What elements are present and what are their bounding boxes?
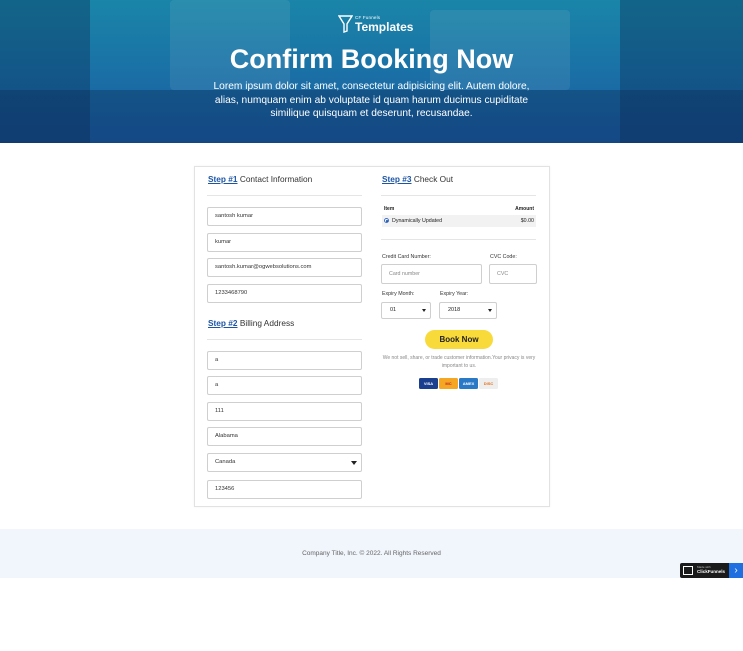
- expiry-year-select[interactable]: 2018: [439, 302, 497, 319]
- logo-big-text: Templates: [355, 20, 414, 34]
- address2-field[interactable]: a: [207, 376, 362, 395]
- expiry-month-select[interactable]: 01: [381, 302, 431, 319]
- state-field[interactable]: Alabama: [207, 427, 362, 446]
- step2-link[interactable]: Step #2: [208, 318, 238, 328]
- cc-number-label: Credit Card Number:: [382, 254, 431, 260]
- amex-icon: AMEX: [459, 378, 478, 389]
- country-select[interactable]: Canada: [207, 453, 362, 472]
- mastercard-icon: MC: [439, 378, 458, 389]
- step1-title: Contact Information: [239, 174, 313, 184]
- order-row[interactable]: Dynamically Updated $0.00: [382, 215, 536, 227]
- expiry-month-label: Expiry Month:: [382, 291, 415, 297]
- city-field[interactable]: 111: [207, 402, 362, 421]
- col-amount: Amount: [515, 206, 534, 212]
- page-title: Confirm Booking Now: [229, 44, 514, 74]
- visa-icon: VISA: [419, 378, 438, 389]
- divider: [381, 195, 536, 196]
- cvc-label: CVC Code:: [490, 254, 517, 260]
- page-subtitle: Lorem ipsum dolor sit amet, consectetur …: [213, 81, 530, 119]
- footer-copyright: Company Title, Inc. © 2022. All Rights R…: [302, 550, 441, 557]
- divider: [207, 339, 362, 340]
- chevron-down-icon: [422, 309, 426, 312]
- country-value: Canada: [215, 459, 236, 465]
- phone-field[interactable]: 1233468790: [207, 284, 362, 303]
- book-now-button[interactable]: Book Now: [425, 330, 493, 349]
- email-field[interactable]: santosh.kumar@ogwebsolutions.com: [207, 258, 362, 277]
- hero-banner: CF Funnels Templates Confirm Booking Now…: [0, 0, 743, 143]
- chevron-down-icon: [488, 309, 492, 312]
- product-radio[interactable]: [384, 218, 389, 223]
- privacy-note: We not sell, share, or trade customer in…: [382, 355, 536, 369]
- discover-icon: DISC: [479, 378, 498, 389]
- step2-title: Billing Address: [239, 318, 295, 328]
- order-item: Dynamically Updated: [392, 218, 443, 224]
- badge-line2: ClickFunnels: [697, 569, 726, 574]
- col-item: Item: [384, 206, 395, 212]
- expiry-year-label: Expiry Year:: [440, 291, 469, 297]
- expiry-month-value: 01: [390, 307, 397, 313]
- divider: [381, 239, 536, 240]
- step3-link[interactable]: Step #3: [382, 174, 412, 184]
- footer: Company Title, Inc. © 2022. All Rights R…: [0, 529, 743, 578]
- step1-link[interactable]: Step #1: [208, 174, 238, 184]
- full-name-field[interactable]: santosh kumar: [207, 207, 362, 226]
- brand-logo[interactable]: CF Funnels Templates: [338, 14, 418, 36]
- clickfunnels-badge[interactable]: Made with ClickFunnels ›: [680, 563, 743, 578]
- chevron-right-icon[interactable]: ›: [729, 563, 743, 578]
- cc-number-input[interactable]: Card number: [381, 264, 482, 284]
- divider: [207, 195, 362, 196]
- last-name-field[interactable]: kumar: [207, 233, 362, 252]
- order-table-header: Item Amount: [382, 206, 536, 214]
- postal-code-field[interactable]: 123456: [207, 480, 362, 499]
- step1-heading: Step #1 Contact Information: [208, 174, 312, 184]
- chevron-down-icon: [351, 461, 357, 465]
- step3-heading: Step #3 Check Out: [382, 174, 453, 184]
- step3-title: Check Out: [413, 174, 454, 184]
- clickfunnels-icon: [683, 566, 693, 575]
- address-field[interactable]: a: [207, 351, 362, 370]
- funnel-icon: [338, 15, 353, 33]
- step2-heading: Step #2 Billing Address: [208, 318, 294, 328]
- cvc-input[interactable]: CVC: [489, 264, 537, 284]
- expiry-year-value: 2018: [448, 307, 461, 313]
- order-amount: $0.00: [520, 218, 534, 224]
